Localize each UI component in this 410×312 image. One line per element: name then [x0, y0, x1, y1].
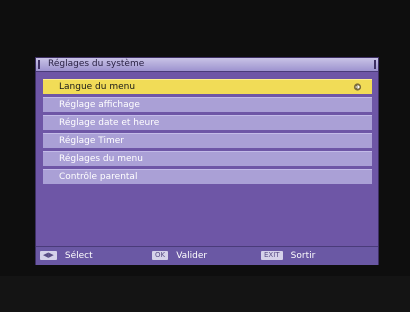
menu-item-reglage-affichage[interactable]: Réglage affichage: [43, 97, 372, 112]
title-corner-left: [38, 60, 40, 69]
select-key-badge: ◀▶: [40, 251, 57, 260]
footer-ok-hint[interactable]: OK Valider: [152, 250, 207, 262]
menu-item-label: Réglage affichage: [59, 100, 140, 110]
menu-item-langue-du-menu[interactable]: Langue du menu: [43, 79, 372, 94]
system-settings-window: Réglages du système Langue du menu Régla…: [35, 57, 379, 265]
menu-item-label: Réglages du menu: [59, 154, 143, 164]
menu-item-reglages-du-menu[interactable]: Réglages du menu: [43, 151, 372, 166]
menu-item-label: Réglage Timer: [59, 136, 124, 146]
ok-key-badge: OK: [152, 251, 169, 260]
footer-exit-hint[interactable]: EXIT Sortir: [261, 250, 315, 262]
ok-label: Valider: [176, 251, 208, 261]
menu-item-label: Réglage date et heure: [59, 118, 160, 128]
exit-key-badge: EXIT: [261, 251, 283, 260]
menu-item-controle-parental[interactable]: Contrôle parental: [43, 169, 372, 184]
settings-menu-list: Langue du menu Réglage affichage Réglage…: [43, 79, 372, 187]
right-arrow-icon: [353, 83, 362, 91]
select-label: Sélect: [64, 251, 93, 261]
menu-item-label: Contrôle parental: [59, 172, 138, 182]
window-footer: ◀▶ Sélect OK Valider EXIT Sortir: [36, 246, 378, 265]
title-corner-right: [374, 60, 376, 69]
exit-label: Sortir: [290, 251, 316, 261]
menu-item-reglage-date-et-heure[interactable]: Réglage date et heure: [43, 115, 372, 130]
footer-select-hint[interactable]: ◀▶ Sélect: [40, 250, 93, 262]
window-title-bar: Réglages du système: [36, 58, 378, 72]
screen-bottom-bar: [0, 276, 410, 312]
menu-item-reglage-timer[interactable]: Réglage Timer: [43, 133, 372, 148]
window-title: Réglages du système: [48, 59, 145, 69]
menu-item-label: Langue du menu: [59, 82, 136, 92]
